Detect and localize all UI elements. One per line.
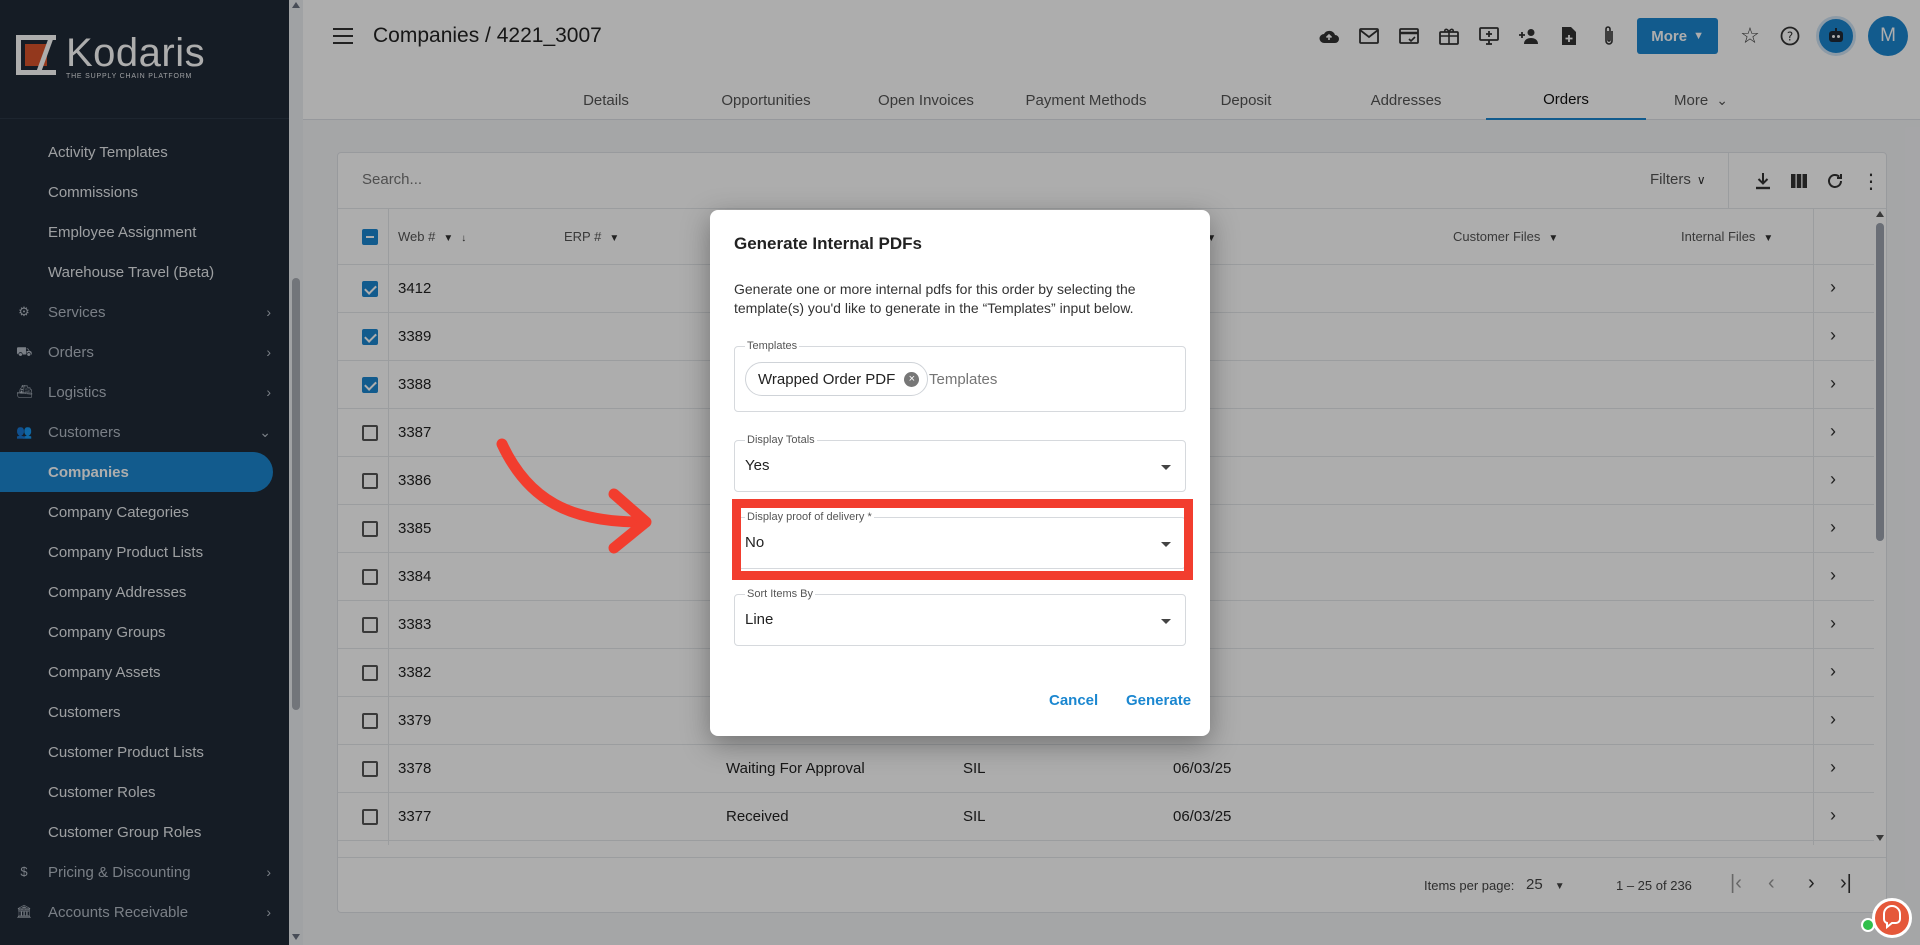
templates-input[interactable] — [929, 371, 1129, 388]
cancel-button[interactable]: Cancel — [1049, 692, 1098, 709]
generate-button[interactable]: Generate — [1126, 692, 1191, 709]
chat-widget-icon[interactable] — [1872, 898, 1912, 938]
generate-pdfs-dialog: Generate Internal PDFs Generate one or m… — [710, 210, 1210, 736]
templates-label: Templates — [745, 340, 800, 352]
sort-items-label: Sort Items By — [745, 588, 816, 600]
sort-items-value: Line — [745, 611, 774, 628]
template-chip[interactable]: Wrapped Order PDF × — [745, 362, 929, 396]
caret-down-icon — [1161, 465, 1171, 470]
annotation-highlight-box — [732, 499, 1193, 580]
dialog-description: Generate one or more internal pdfs for t… — [734, 281, 1136, 316]
caret-down-icon — [1161, 619, 1171, 624]
display-totals-label: Display Totals — [745, 434, 817, 446]
annotation-arrow-icon — [496, 438, 652, 554]
templates-field[interactable]: Templates Wrapped Order PDF × — [734, 340, 1186, 412]
online-status-dot — [1861, 918, 1875, 932]
display-totals-value: Yes — [745, 457, 770, 474]
template-chip-label: Wrapped Order PDF — [758, 370, 896, 388]
remove-chip-icon[interactable]: × — [904, 372, 920, 387]
display-totals-select[interactable]: Display Totals Yes — [734, 434, 1186, 492]
sort-items-select[interactable]: Sort Items By Line — [734, 588, 1186, 646]
dialog-title: Generate Internal PDFs — [734, 234, 923, 253]
